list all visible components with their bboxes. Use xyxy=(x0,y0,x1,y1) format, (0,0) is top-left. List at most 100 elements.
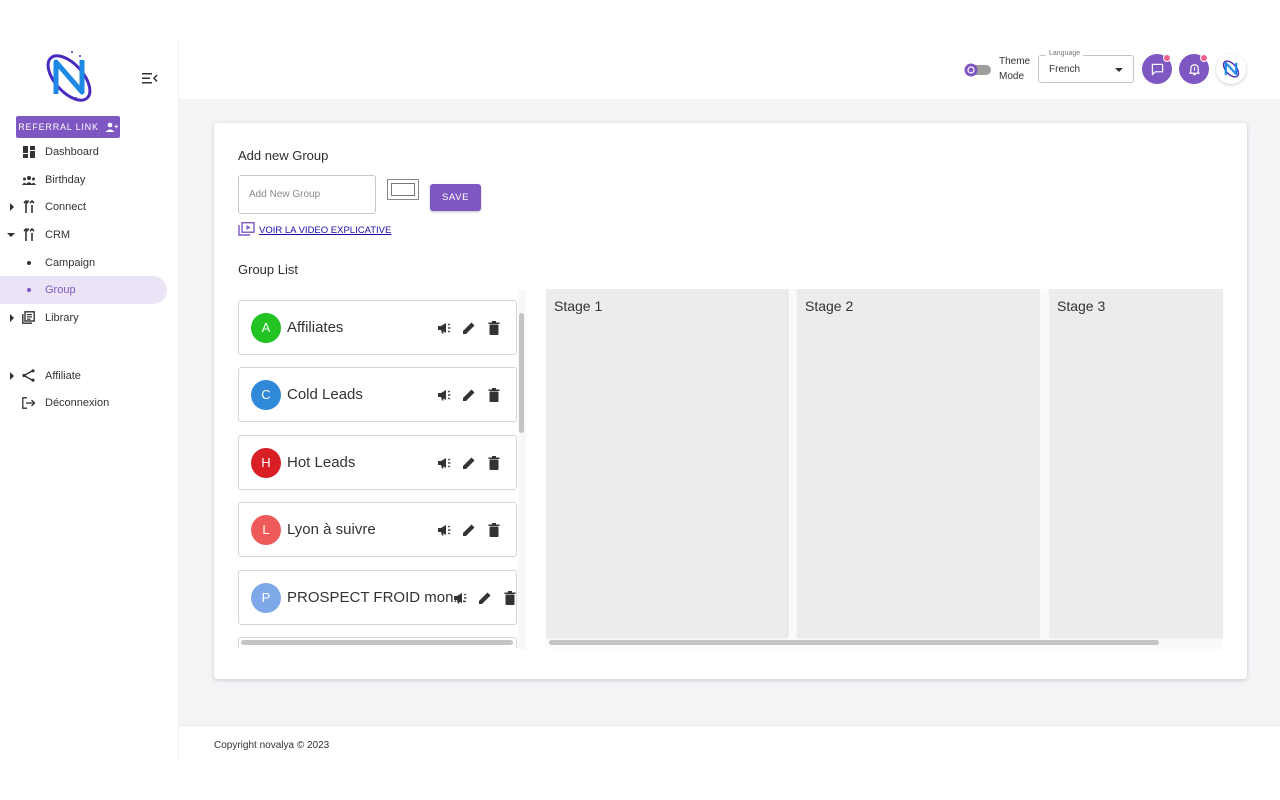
video-explanation-link[interactable]: VOIR LA VIDEO EXPLICATIVE xyxy=(238,222,391,236)
sidebar-item-connect[interactable]: Connect xyxy=(0,193,179,221)
megaphone-icon[interactable] xyxy=(452,590,468,606)
share-icon xyxy=(21,368,36,383)
copyright-text: Copyright novalya © 2023 xyxy=(214,740,330,751)
stage-column[interactable]: Stage 1 xyxy=(546,289,787,638)
stages-board: Stage 1 Stage 2 Stage 3 xyxy=(546,289,1223,649)
sidebar-item-label: Déconnexion xyxy=(45,397,110,410)
group-actions xyxy=(436,522,502,538)
collapse-menu-icon[interactable] xyxy=(141,70,159,86)
video-link-label: VOIR LA VIDEO EXPLICATIVE xyxy=(259,225,392,236)
group-card: Add new Group SAVE VOIR LA VIDEO EXPLICA… xyxy=(214,123,1247,679)
sidebar-item-campaign[interactable]: Campaign xyxy=(0,249,179,277)
sidebar-item-label: Birthday xyxy=(45,173,86,186)
edit-icon[interactable] xyxy=(461,387,477,403)
group-item[interactable]: A Affiliates xyxy=(238,300,517,355)
group-item[interactable]: C Cold Leads xyxy=(238,367,517,422)
main-content: Add new Group SAVE VOIR LA VIDEO EXPLICA… xyxy=(179,99,1280,725)
bullet-icon xyxy=(27,260,31,265)
sidebar-item-label: Group xyxy=(45,284,76,297)
megaphone-icon[interactable] xyxy=(436,522,452,538)
caret-right-icon xyxy=(10,313,14,322)
library-icon xyxy=(21,310,36,325)
theme-label-line2: Mode xyxy=(999,71,1025,82)
stage-column[interactable]: Stage 3 xyxy=(1049,289,1223,638)
group-avatar: L xyxy=(251,514,281,545)
group-list-vertical-scrollbar[interactable] xyxy=(519,313,524,433)
sidebar-item-label: Connect xyxy=(45,201,86,214)
group-name: Cold Leads xyxy=(287,386,363,403)
notification-badge xyxy=(1200,54,1208,62)
delete-icon[interactable] xyxy=(486,387,502,403)
stage-title: Stage 3 xyxy=(1057,298,1106,314)
stage-title: Stage 2 xyxy=(805,298,854,314)
referral-link-button[interactable]: REFERRAL LINK xyxy=(16,116,120,138)
sidebar-item-label: Campaign xyxy=(45,256,96,269)
language-select[interactable]: Language French xyxy=(1038,50,1134,83)
language-legend: Language xyxy=(1046,50,1084,57)
group-list: A Affiliates C Cold Leads H Hot Leads L … xyxy=(238,290,528,648)
group-actions xyxy=(452,590,518,606)
group-item[interactable]: L Lyon à suivre xyxy=(238,502,517,557)
caret-right-icon xyxy=(10,203,14,212)
bell-icon xyxy=(1188,63,1200,75)
notification-badge xyxy=(1163,54,1171,62)
delete-icon[interactable] xyxy=(502,590,518,606)
theme-label-line1: Theme xyxy=(999,56,1031,67)
group-name: PROSPECT FROID mon... xyxy=(287,589,466,606)
delete-icon[interactable] xyxy=(486,320,502,336)
stage-column[interactable]: Stage 2 xyxy=(797,289,1038,638)
group-avatar: C xyxy=(251,379,281,410)
sidebar-item-affiliate[interactable]: Affiliate xyxy=(0,362,179,390)
chat-icon xyxy=(1151,63,1163,75)
crm-icon xyxy=(21,227,36,242)
add-group-input[interactable] xyxy=(238,175,376,214)
group-actions xyxy=(436,387,502,403)
delete-icon[interactable] xyxy=(486,455,502,471)
group-name: Affiliates xyxy=(287,319,344,336)
sidebar-item-group[interactable]: Group xyxy=(0,276,167,305)
novalya-avatar-icon xyxy=(1222,60,1240,78)
sidebar-item-library[interactable]: Library xyxy=(0,304,179,332)
people-icon xyxy=(21,172,36,187)
group-item[interactable]: P PROSPECT FROID mon... xyxy=(238,570,517,625)
sidebar-item-label: Library xyxy=(45,311,79,324)
group-name: Hot Leads xyxy=(287,454,356,471)
user-avatar[interactable] xyxy=(1216,54,1246,84)
group-color-picker[interactable] xyxy=(387,179,419,200)
sidebar-item-dashboard[interactable]: Dashboard xyxy=(0,138,179,166)
bullet-icon xyxy=(27,288,31,293)
group-item[interactable]: H Hot Leads xyxy=(238,435,517,490)
edit-icon[interactable] xyxy=(477,590,493,606)
theme-mode-toggle[interactable] xyxy=(962,62,992,78)
referral-link-label: REFERRAL LINK xyxy=(18,122,99,132)
messages-button[interactable] xyxy=(1142,54,1172,84)
sidebar: REFERRAL LINK Dashboard Birthday Connect… xyxy=(0,40,179,760)
logout-icon xyxy=(21,396,36,411)
stages-horizontal-scrollbar[interactable] xyxy=(549,640,1159,645)
group-list-horizontal-scrollbar[interactable] xyxy=(241,640,513,645)
megaphone-icon[interactable] xyxy=(436,320,452,336)
save-button[interactable]: SAVE xyxy=(430,184,481,211)
sidebar-item-birthday[interactable]: Birthday xyxy=(0,166,179,194)
edit-icon[interactable] xyxy=(461,320,477,336)
megaphone-icon[interactable] xyxy=(436,387,452,403)
add-person-icon xyxy=(105,122,118,132)
caret-right-icon xyxy=(10,371,14,380)
group-name: Lyon à suivre xyxy=(287,521,376,538)
group-avatar: A xyxy=(251,312,281,343)
chevron-down-icon xyxy=(1115,68,1123,72)
novalya-logo[interactable] xyxy=(36,46,102,106)
group-avatar: H xyxy=(251,447,281,478)
footer: Copyright novalya © 2023 xyxy=(179,725,1280,760)
sidebar-item-logout[interactable]: Déconnexion xyxy=(0,390,179,418)
delete-icon[interactable] xyxy=(486,522,502,538)
connect-icon xyxy=(21,200,36,215)
group-list-heading: Group List xyxy=(238,262,298,277)
stage-title: Stage 1 xyxy=(554,298,603,314)
notifications-button[interactable] xyxy=(1179,54,1209,84)
caret-down-icon xyxy=(7,232,15,237)
edit-icon[interactable] xyxy=(461,522,477,538)
edit-icon[interactable] xyxy=(461,455,477,471)
megaphone-icon[interactable] xyxy=(436,455,452,471)
sidebar-item-crm[interactable]: CRM xyxy=(0,221,179,249)
